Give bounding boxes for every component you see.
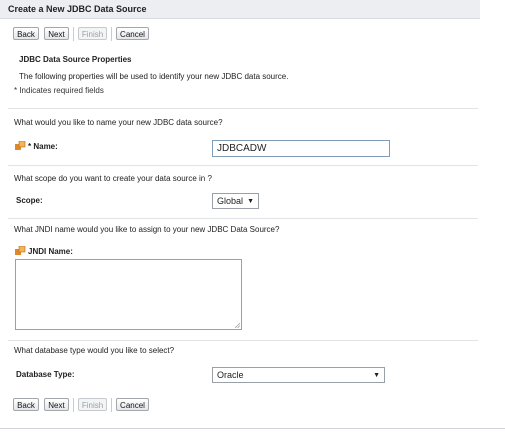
divider xyxy=(8,340,478,341)
scope-label: Scope: xyxy=(16,196,43,205)
jndi-label: JNDI Name: xyxy=(28,247,73,256)
divider xyxy=(8,165,478,166)
config-help-icon xyxy=(15,246,26,255)
dbtype-label: Database Type: xyxy=(16,370,75,379)
chevron-down-icon: ▼ xyxy=(373,372,380,379)
toolbar-separator xyxy=(111,398,112,412)
finish-button-top[interactable]: Finish xyxy=(78,27,107,40)
window-title: Create a New JDBC Data Source xyxy=(8,4,147,14)
scope-question: What scope do you want to create your da… xyxy=(14,174,212,183)
cancel-button-top[interactable]: Cancel xyxy=(116,27,149,40)
chevron-down-icon: ▼ xyxy=(247,198,254,205)
cancel-button-bottom[interactable]: Cancel xyxy=(116,398,149,411)
required-note: * Indicates required fields xyxy=(14,86,104,95)
config-help-icon xyxy=(15,141,26,150)
section-title: JDBC Data Source Properties xyxy=(19,55,132,64)
resize-handle-icon[interactable] xyxy=(234,322,240,328)
finish-button-bottom[interactable]: Finish xyxy=(78,398,107,411)
name-question: What would you like to name your new JDB… xyxy=(14,118,223,127)
scope-select[interactable]: Global ▼ xyxy=(212,193,259,209)
toolbar-separator xyxy=(73,27,74,41)
jndi-question: What JNDI name would you like to assign … xyxy=(14,225,280,234)
name-input-value: JDBCADW xyxy=(217,143,267,154)
next-button-bottom[interactable]: Next xyxy=(44,398,69,411)
next-button-top[interactable]: Next xyxy=(44,27,69,40)
bottom-border xyxy=(0,428,505,429)
dbtype-select[interactable]: Oracle ▼ xyxy=(212,367,385,383)
toolbar-separator xyxy=(73,398,74,412)
window-titlebar: Create a New JDBC Data Source xyxy=(0,0,480,19)
divider xyxy=(8,218,478,219)
toolbar-separator xyxy=(111,27,112,41)
section-description: The following properties will be used to… xyxy=(19,72,289,81)
name-input[interactable]: JDBCADW xyxy=(212,140,390,157)
back-button-top[interactable]: Back xyxy=(13,27,39,40)
scope-selected: Global xyxy=(217,196,244,206)
divider xyxy=(8,108,478,109)
back-button-bottom[interactable]: Back xyxy=(13,398,39,411)
name-label: * Name: xyxy=(28,142,58,151)
dbtype-selected: Oracle xyxy=(217,370,244,380)
jndi-textarea[interactable] xyxy=(15,259,242,330)
dbtype-question: What database type would you like to sel… xyxy=(14,346,175,355)
